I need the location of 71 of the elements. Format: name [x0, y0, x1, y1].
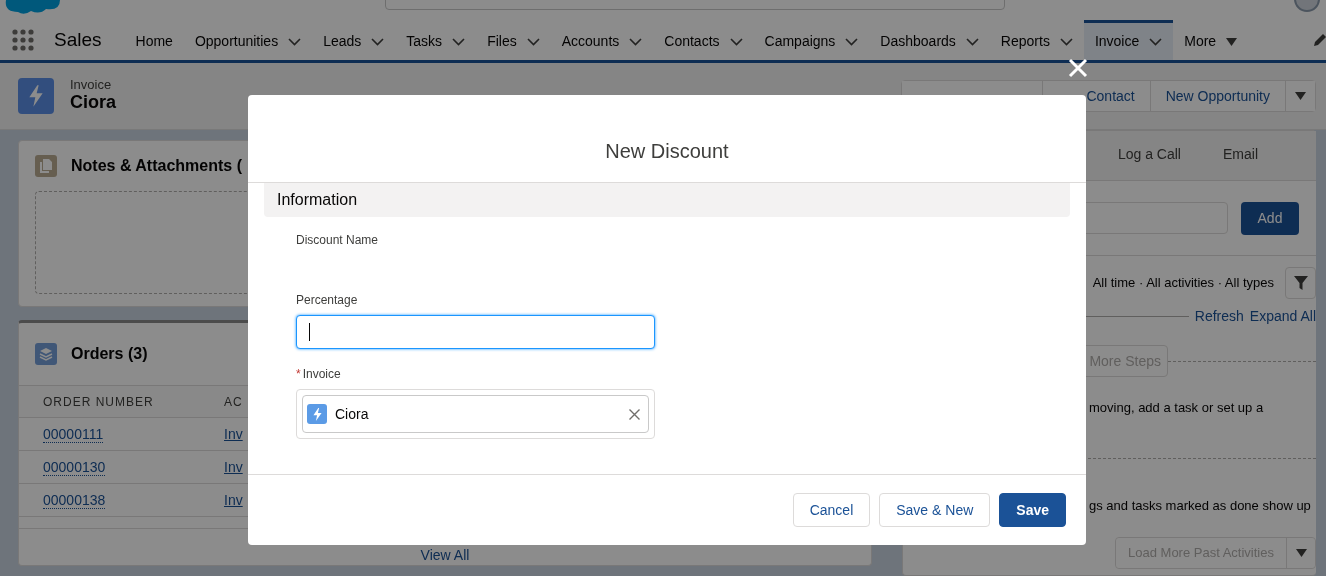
dropdown-button[interactable] [1285, 81, 1315, 111]
pencil-icon[interactable] [1314, 33, 1326, 47]
chevron-down-icon [629, 37, 643, 46]
clear-button[interactable] [629, 408, 640, 420]
caret-down-icon [1295, 549, 1307, 557]
nav-tab[interactable]: Dashboards [869, 20, 990, 60]
nav-tab[interactable]: Tasks [395, 20, 477, 60]
notes-icon [35, 155, 57, 177]
modal-title: New Discount [605, 139, 729, 163]
nav-tab[interactable]: Contacts [653, 20, 754, 60]
column-header: AC [224, 394, 243, 409]
nav-tab[interactable]: Home [124, 20, 184, 60]
filter-icon [1293, 276, 1308, 290]
nav-tab[interactable]: Reports [989, 20, 1084, 60]
chevron-down-icon [845, 37, 859, 46]
order-link[interactable]: 00000138 [43, 491, 106, 509]
record-type: Invoice [70, 78, 113, 93]
nav-tab[interactable]: Campaigns [753, 20, 870, 60]
nav-tab[interactable]: Leads [312, 20, 396, 60]
account-link[interactable]: Inv [224, 425, 243, 442]
section-header: Information [264, 183, 1070, 217]
order-link[interactable]: 00000130 [43, 458, 106, 476]
action-link[interactable]: Expand All [1249, 306, 1316, 327]
activity-tab[interactable]: Log a Call [1096, 130, 1202, 181]
logo-icon [4, 0, 62, 14]
app-name: Sales [54, 27, 102, 52]
modal-button[interactable]: Cancel [792, 493, 871, 527]
modal-button[interactable]: Save [999, 493, 1066, 527]
field-label: Discount Name [296, 232, 380, 249]
action-link[interactable]: Refresh [1194, 306, 1244, 327]
account-link[interactable]: Inv [224, 458, 243, 475]
nav-tab[interactable]: Invoice [1083, 20, 1174, 60]
order-link[interactable]: 00000111 [43, 425, 104, 443]
nav-tab[interactable]: Accounts [550, 20, 654, 60]
caret-down-icon [1295, 92, 1306, 100]
nav-tab[interactable]: More [1173, 20, 1249, 60]
view-all-link[interactable]: View All [420, 547, 470, 563]
past-message: gs and tasks marked as done show up [1089, 496, 1311, 515]
filter-button[interactable] [1285, 267, 1316, 299]
layers-icon [35, 343, 57, 365]
app-launcher-icon[interactable] [12, 29, 34, 51]
lookup-field[interactable]: Ciora [302, 395, 649, 433]
close-icon [629, 408, 640, 420]
field-label: * Invoice [296, 366, 342, 383]
nav-tab[interactable]: Opportunities [183, 20, 313, 60]
lookup-value: Ciora [335, 404, 369, 424]
chevron-down-icon [526, 37, 540, 46]
filter-summary: All time · All activities · All types [1092, 274, 1274, 293]
activity-tab[interactable]: Email [1202, 130, 1279, 181]
column-header: ORDER NUMBER [43, 394, 154, 409]
dropdown-button[interactable] [1286, 538, 1315, 568]
chevron-down-icon [1149, 37, 1163, 46]
caret-down-icon [1226, 37, 1238, 46]
record-icon [18, 78, 54, 114]
card-title: Notes & Attachments ( [71, 156, 242, 176]
chevron-down-icon [1059, 37, 1073, 46]
chevron-down-icon [965, 37, 979, 46]
input-field[interactable] [296, 315, 655, 349]
card-title: Orders (3) [71, 344, 148, 364]
close-button[interactable] [1066, 56, 1090, 80]
add-button[interactable]: Add [1241, 201, 1299, 235]
chevron-down-icon [729, 37, 743, 46]
field-label: Percentage [296, 292, 359, 309]
nav-tab[interactable]: Files [476, 20, 551, 60]
chevron-down-icon [288, 37, 302, 46]
account-link[interactable]: Inv [224, 491, 243, 508]
upcoming-message: moving, add a task or set up a [1089, 399, 1264, 417]
chevron-down-icon [452, 37, 466, 46]
record-name: Ciora [70, 92, 116, 114]
modal-button[interactable]: Save & New [879, 493, 991, 527]
chevron-down-icon [371, 37, 385, 46]
